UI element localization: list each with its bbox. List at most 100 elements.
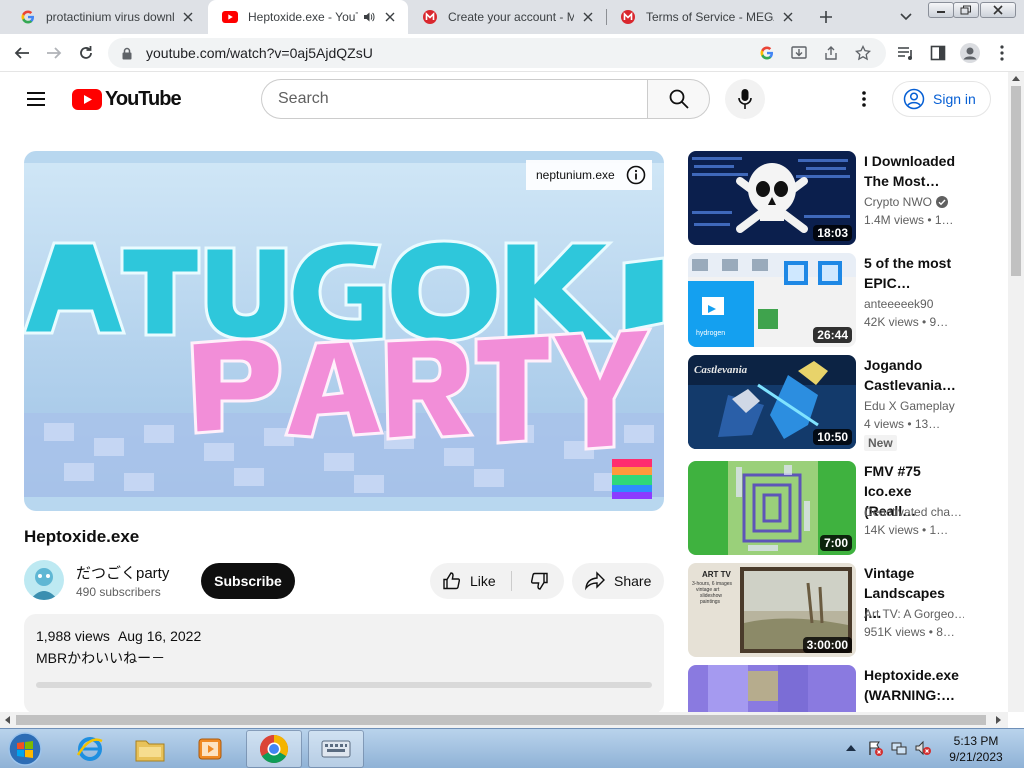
minimize-button[interactable] [928,2,954,18]
new-badge: New [864,435,897,451]
horizontal-scrollbar[interactable] [0,712,1008,728]
taskbar-file-explorer[interactable] [122,730,178,768]
search-input[interactable] [278,90,647,108]
info-icon[interactable] [626,165,646,185]
related-title[interactable]: 5 of the most EPIC… [864,253,964,293]
related-item[interactable]: Castlevania 10:50 Jogando Castlevania… Ed… [688,355,988,451]
chevron-down-icon[interactable] [894,5,918,29]
network-icon[interactable] [890,739,908,757]
video-frame [24,163,664,497]
media-queue-icon[interactable] [896,43,916,63]
reload-button[interactable] [74,41,98,65]
hamburger-menu-icon[interactable] [24,87,48,111]
sign-in-button[interactable]: Sign in [892,81,991,117]
subscriber-count: 490 subscribers [76,585,161,599]
like-button[interactable]: Like [430,563,512,599]
speaker-icon[interactable] [362,10,376,24]
related-channel[interactable]: Edu X Gameplay [864,399,964,413]
search-button[interactable] [647,79,710,119]
video-thumbnail[interactable]: 7:00 [688,461,856,555]
description-box[interactable]: 1,988 views Aug 16, 2022 MBRかわいいねー－ [24,614,664,714]
video-thumbnail[interactable] [688,665,856,712]
side-panel-icon[interactable] [928,43,948,63]
taskbar-internet-explorer[interactable] [62,730,118,768]
lock-icon[interactable] [120,46,134,60]
taskbar-media-player[interactable] [182,730,238,768]
restore-button[interactable] [953,2,979,18]
channel-watermark-icon[interactable] [612,459,652,499]
video-thumbnail[interactable]: Castlevania 10:50 [688,355,856,449]
new-tab-button[interactable] [814,5,838,29]
dislike-button[interactable] [514,563,564,599]
search-field[interactable] [261,79,647,119]
youtube-logo[interactable]: YouTube [72,88,182,110]
profile-icon[interactable] [960,43,980,63]
related-meta: 14K views • 1… [864,523,949,537]
related-channel[interactable]: Crypto NWO [864,195,964,209]
video-thumbnail[interactable]: hydrogen 26:44 [688,253,856,347]
video-duration: 7:00 [819,535,852,551]
video-player[interactable]: neptunium.exe [24,151,664,511]
back-button[interactable] [10,41,34,65]
tab-protactinium[interactable]: protactinium virus downl [6,0,206,34]
close-icon[interactable] [780,9,796,25]
address-bar[interactable]: youtube.com/watch?v=0aj5AjdQZsU [108,38,886,68]
tab-terms-of-service[interactable]: Terms of Service - MEGA [606,0,806,34]
close-icon[interactable] [382,9,398,25]
kebab-menu-icon[interactable] [992,43,1012,63]
related-title[interactable]: Jogando Castlevania… [864,355,964,395]
taskbar-chrome[interactable] [246,730,302,768]
thumbs-up-icon [443,572,461,590]
share-button[interactable]: Share [572,563,664,599]
close-icon[interactable] [180,9,196,25]
channel-name[interactable]: だつごくparty [76,562,169,583]
tab-heptoxide[interactable]: Heptoxide.exe - YouT [208,0,408,34]
related-channel[interactable]: anteeeeek90 [864,297,964,311]
browser-tab-strip: protactinium virus downl Heptoxide.exe -… [0,0,1024,34]
keyboard-icon [321,740,351,758]
close-icon[interactable] [580,9,596,25]
start-button[interactable] [5,730,45,768]
related-title[interactable]: I Downloaded The Most… [864,151,964,191]
google-icon[interactable] [758,44,776,62]
subscribe-button[interactable]: Subscribe [201,563,295,599]
video-thumbnail[interactable]: 18:03 [688,151,856,245]
related-item[interactable]: hydrogen 26:44 5 of the most EPIC… anteee… [688,253,988,347]
scroll-up-arrow-icon[interactable] [1012,75,1020,81]
show-hidden-icons-arrow[interactable] [842,739,860,757]
like-dislike-group: Like [430,563,564,599]
tab-create-account[interactable]: Create your account - ME [408,0,606,34]
video-watermark-label[interactable]: neptunium.exe [526,160,652,190]
voice-search-button[interactable] [725,79,765,119]
related-title[interactable]: Heptoxide.exe (WARNING:… [864,665,964,705]
taskbar-on-screen-keyboard[interactable] [308,730,364,768]
volume-muted-icon[interactable] [914,739,932,757]
scroll-left-arrow-icon[interactable] [4,716,10,724]
share-icon[interactable] [822,44,840,62]
scroll-right-arrow-icon[interactable] [996,716,1002,724]
settings-kebab-icon[interactable] [852,87,876,111]
google-icon [20,9,36,25]
install-icon[interactable] [790,44,808,62]
scrollbar-thumb[interactable] [1011,86,1021,276]
tab-title: Heptoxide.exe - YouT [248,10,358,24]
description-divider [36,682,652,688]
folder-icon [135,740,165,762]
related-item[interactable]: Heptoxide.exe (WARNING:… [688,665,988,712]
account-circle-icon [903,88,925,110]
star-icon[interactable] [854,44,872,62]
mega-icon [620,9,636,25]
channel-avatar[interactable] [24,560,64,600]
related-channel[interactable]: Art TV: A Gorgeo… [864,607,964,621]
related-item[interactable]: 18:03 I Downloaded The Most… Crypto NWO 1… [688,151,988,245]
action-center-flag-icon[interactable] [866,739,884,757]
forward-button[interactable] [42,41,66,65]
video-thumbnail[interactable]: ART TV 3-hours, 6 images vintage art sli… [688,563,856,657]
related-item[interactable]: 7:00 FMV #75 Ico.exe (Reall… Deactivated … [688,461,988,555]
close-window-button[interactable] [980,2,1016,18]
related-channel[interactable]: Deactivated cha… [864,505,964,519]
scrollbar-thumb[interactable] [16,715,986,725]
related-item[interactable]: ART TV 3-hours, 6 images vintage art sli… [688,563,988,657]
vertical-scrollbar[interactable] [1008,72,1024,712]
system-clock[interactable]: 5:13 PM 9/21/2023 [940,733,1012,765]
